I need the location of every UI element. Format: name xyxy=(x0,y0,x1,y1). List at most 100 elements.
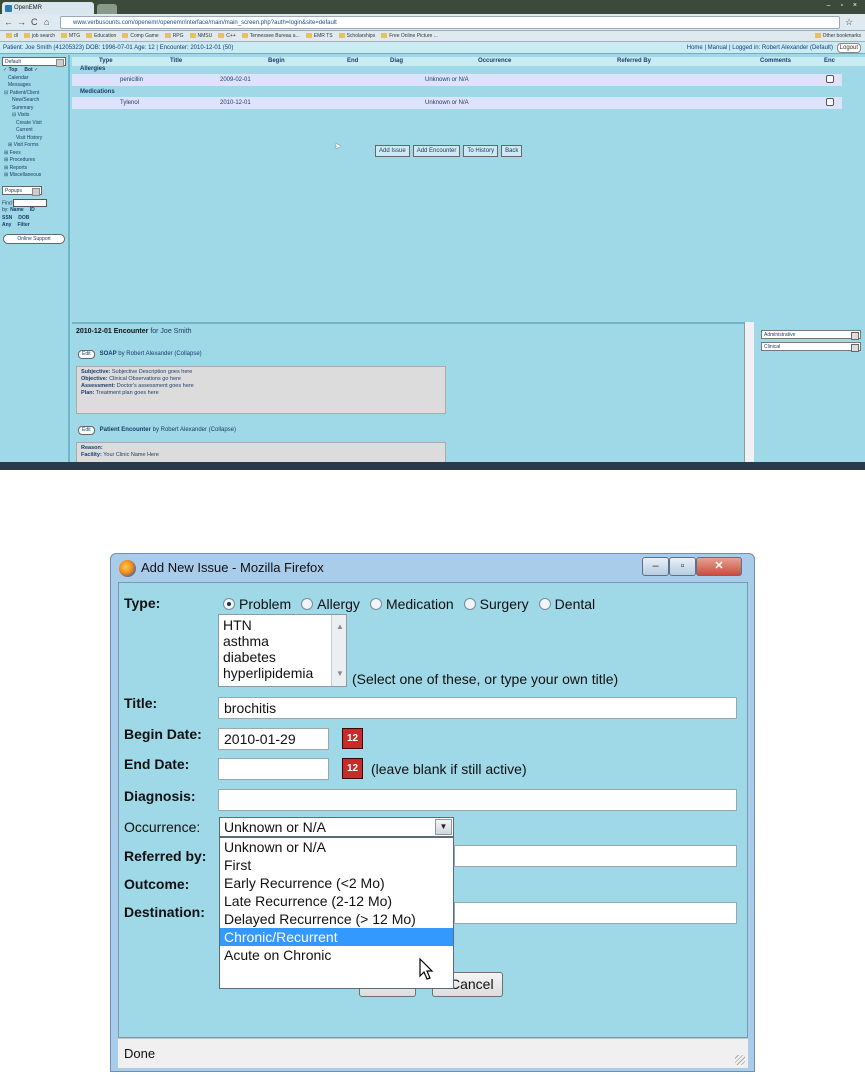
other-bookmarks[interactable]: Other bookmarks xyxy=(815,31,861,41)
nav-item[interactable]: Visit History xyxy=(0,135,68,143)
type-radio-medication[interactable]: Medication xyxy=(369,596,454,612)
nav-item[interactable]: Calendar xyxy=(0,75,68,83)
nav-item[interactable]: ⊟ Visits xyxy=(0,112,68,120)
resize-grip-icon[interactable] xyxy=(735,1055,745,1065)
search-by-option[interactable]: Any xyxy=(2,222,11,228)
radio-icon[interactable] xyxy=(463,598,476,610)
type-radio-problem[interactable]: Problem xyxy=(223,596,291,612)
back-icon[interactable]: ← xyxy=(4,17,13,27)
bookmark-item[interactable]: C++ xyxy=(218,31,235,41)
bookmark-item[interactable]: Comp Game xyxy=(122,31,158,41)
search-by-option[interactable]: Name xyxy=(10,207,24,213)
top-label[interactable]: Top xyxy=(9,67,18,73)
address-bar[interactable]: www.verbusounts.com/openemr/openemr/inte… xyxy=(60,16,840,29)
listbox-scrollbar[interactable]: ▲ ▼ xyxy=(331,615,346,686)
issue-action-button[interactable]: Add Issue xyxy=(375,145,410,157)
nav-item[interactable]: New/Search xyxy=(0,97,68,105)
find-input[interactable] xyxy=(13,198,48,207)
enc-button[interactable] xyxy=(826,75,834,83)
soap-by[interactable]: by Robert Alexander (Collapse) xyxy=(117,351,201,357)
nav-item[interactable]: Current xyxy=(0,127,68,135)
edit-button[interactable]: Edit xyxy=(78,350,95,359)
list-item[interactable]: hyperlipidemia xyxy=(223,665,346,681)
search-by-option[interactable]: Filter xyxy=(17,222,29,228)
radio-icon[interactable] xyxy=(538,598,551,610)
bookmark-item[interactable]: EMR TS xyxy=(306,31,333,41)
type-radio-allergy[interactable]: Allergy xyxy=(301,596,360,612)
table-row[interactable]: Tylenol 2010-12-01 Unknown or N/A xyxy=(72,97,842,109)
nav-item[interactable]: ⊟ Patient/Client xyxy=(0,90,68,98)
administrative-select[interactable]: Administrative xyxy=(761,330,861,340)
bookmark-star-icon[interactable]: ☆ xyxy=(845,17,853,28)
issue-action-button[interactable]: Back xyxy=(501,145,523,157)
scroll-down-icon[interactable]: ▼ xyxy=(336,666,344,682)
table-row[interactable]: penicillin 2009-02-01 Unknown or N/A xyxy=(72,74,842,86)
bookmark-item[interactable]: NMSU xyxy=(190,31,213,41)
scroll-up-icon[interactable]: ▲ xyxy=(336,619,344,635)
bookmark-item[interactable]: dl xyxy=(6,31,18,41)
search-by-option[interactable]: ID xyxy=(30,207,35,213)
nav-item[interactable]: ⊞ Procedures xyxy=(0,157,68,165)
maximize-icon[interactable]: ▫ xyxy=(669,557,696,576)
list-item[interactable]: asthma xyxy=(223,633,346,649)
type-radio-dental[interactable]: Dental xyxy=(538,596,595,612)
dropdown-option[interactable]: Unknown or N/A xyxy=(220,838,453,856)
forward-icon[interactable]: → xyxy=(17,17,26,27)
nav-item[interactable]: ⊞ Fees xyxy=(0,150,68,158)
radio-icon[interactable] xyxy=(369,598,382,610)
search-by-option[interactable]: SSN xyxy=(2,215,12,221)
type-radio-surgery[interactable]: Surgery xyxy=(463,596,529,612)
dropdown-option[interactable]: Delayed Recurrence (> 12 Mo) xyxy=(220,910,453,928)
nav-mode-select[interactable]: Default xyxy=(2,57,66,67)
enc-button[interactable] xyxy=(826,98,834,106)
issue-action-button[interactable]: Add Encounter xyxy=(412,145,461,157)
begin-date-input[interactable]: 2010-01-29 xyxy=(218,728,329,750)
nav-item[interactable]: ⊞ Miscellaneous xyxy=(0,172,68,180)
bookmark-item[interactable]: Education xyxy=(86,31,116,41)
bookmark-item[interactable]: MTG xyxy=(61,31,80,41)
new-tab-button[interactable] xyxy=(97,4,117,14)
pe-by[interactable]: by Robert Alexander (Collapse) xyxy=(151,427,236,433)
chevron-down-icon[interactable]: ▼ xyxy=(435,819,452,835)
nav-item[interactable]: Summary xyxy=(0,105,68,113)
minimize-icon[interactable]: – xyxy=(642,557,669,576)
bookmark-item[interactable]: Scholarships xyxy=(339,31,376,41)
nav-item[interactable]: ⊞ Reports xyxy=(0,165,68,173)
dropdown-option[interactable]: Late Recurrence (2-12 Mo) xyxy=(220,892,453,910)
header-links-text[interactable]: Home | Manual | Logged in: Robert Alexan… xyxy=(687,45,833,51)
diagnosis-input[interactable] xyxy=(218,789,737,811)
calendar-icon[interactable]: 12 xyxy=(342,728,363,749)
bot-label[interactable]: Bot xyxy=(24,67,32,73)
bookmark-item[interactable]: RPG xyxy=(165,31,184,41)
dropdown-option[interactable]: Chronic/Recurrent xyxy=(220,928,453,946)
referred-by-input[interactable] xyxy=(454,845,737,867)
dropdown-option[interactable]: First xyxy=(220,856,453,874)
popups-select[interactable]: Popups xyxy=(2,185,42,196)
calendar-icon[interactable]: 12 xyxy=(342,758,363,779)
window-controls[interactable]: – ▫ × xyxy=(827,2,861,9)
list-item[interactable]: diabetes xyxy=(223,649,346,665)
close-icon[interactable]: ✕ xyxy=(696,557,742,576)
reload-icon[interactable]: C xyxy=(31,17,38,27)
nav-item[interactable]: ⊞ Visit Forms xyxy=(0,142,68,150)
encounter-scrollbar[interactable] xyxy=(744,322,754,465)
edit-button[interactable]: Edit xyxy=(78,426,95,435)
title-listbox[interactable]: HTN asthma diabetes hyperlipidemia ▲ ▼ xyxy=(218,614,347,687)
bookmark-item[interactable]: Tennessee Bureau a... xyxy=(242,31,300,41)
bookmark-item[interactable]: Free Online Picture ... xyxy=(381,31,438,41)
clinical-select[interactable]: Clinical xyxy=(761,342,861,352)
list-item[interactable]: HTN xyxy=(223,617,346,633)
home-icon[interactable]: ⌂ xyxy=(44,17,49,27)
title-input[interactable]: brochitis xyxy=(218,697,737,719)
nav-item[interactable]: Create Visit xyxy=(0,120,68,128)
issue-action-button[interactable]: To History xyxy=(463,145,499,157)
radio-icon[interactable] xyxy=(301,598,314,610)
end-date-input[interactable] xyxy=(218,758,329,780)
dropdown-option[interactable]: Early Recurrence (<2 Mo) xyxy=(220,874,453,892)
logout-button[interactable]: Logout xyxy=(836,43,861,53)
radio-icon[interactable] xyxy=(223,598,235,610)
nav-item[interactable]: Messages xyxy=(0,82,68,90)
destination-input[interactable] xyxy=(454,902,737,924)
online-support-button[interactable]: Online Support xyxy=(3,233,65,244)
browser-tab[interactable]: OpenEMR xyxy=(2,2,94,14)
